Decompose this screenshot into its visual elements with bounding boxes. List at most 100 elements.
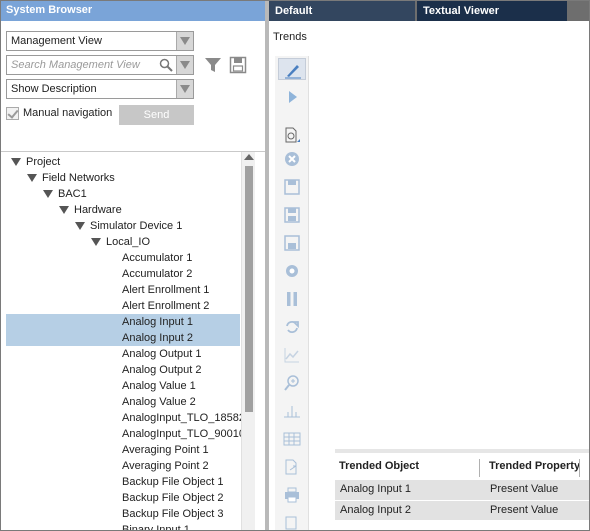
tree-item[interactable]: Simulator Device 1 bbox=[1, 218, 241, 234]
tree-item-label: Backup File Object 2 bbox=[122, 492, 224, 504]
view-select[interactable]: Management View bbox=[6, 31, 194, 51]
tree-item-label: Averaging Point 2 bbox=[122, 460, 209, 472]
column-separator[interactable] bbox=[579, 459, 580, 477]
trended-property-cell: Present Value bbox=[490, 483, 559, 495]
pause-icon[interactable] bbox=[278, 288, 306, 310]
tree-item-label: Analog Input 2 bbox=[122, 332, 193, 344]
tree-item[interactable]: Binary Input 1 bbox=[1, 522, 241, 530]
tree-item-label: AnalogInput_TLO_18582 bbox=[122, 412, 245, 424]
manual-navigation-checkbox[interactable] bbox=[6, 107, 19, 120]
tree-item[interactable]: Analog Value 1 bbox=[1, 378, 241, 394]
tree-item[interactable]: Backup File Object 1 bbox=[1, 474, 241, 490]
save-icon[interactable] bbox=[278, 176, 306, 198]
column-header-trended-property[interactable]: Trended Property bbox=[489, 460, 580, 472]
delete-icon[interactable] bbox=[278, 148, 306, 170]
tree-item-label: Field Networks bbox=[42, 172, 115, 184]
tree-item[interactable]: Hardware bbox=[1, 202, 241, 218]
tree-item[interactable]: Analog Output 2 bbox=[1, 362, 241, 378]
save-all-icon[interactable] bbox=[278, 232, 306, 254]
tree-item-label: Analog Value 1 bbox=[122, 380, 196, 392]
tree-item-label: BAC1 bbox=[58, 188, 87, 200]
column-header-trended-object[interactable]: Trended Object bbox=[339, 460, 419, 472]
tab-textual-viewer[interactable]: Textual Viewer bbox=[417, 1, 567, 21]
expand-triangle-icon[interactable] bbox=[59, 206, 69, 214]
refresh-icon[interactable] bbox=[278, 316, 306, 338]
column-separator[interactable] bbox=[479, 459, 480, 477]
chevron-down-icon[interactable] bbox=[176, 32, 193, 50]
tree-item[interactable]: Accumulator 2 bbox=[1, 266, 241, 282]
tree-item[interactable]: Averaging Point 1 bbox=[1, 442, 241, 458]
tree-item-label: AnalogInput_TLO_90010 bbox=[122, 428, 245, 440]
tree-item[interactable]: Accumulator 1 bbox=[1, 250, 241, 266]
tree-item-label: Backup File Object 1 bbox=[122, 476, 224, 488]
description-select[interactable]: Show Description bbox=[6, 79, 194, 99]
tree-item-label: Analog Value 2 bbox=[122, 396, 196, 408]
tree-item[interactable]: BAC1 bbox=[1, 186, 241, 202]
application-window: System Browser Management View Search Ma… bbox=[0, 0, 590, 531]
send-button[interactable]: Send bbox=[119, 105, 194, 125]
search-input[interactable]: Search Management View bbox=[6, 55, 194, 75]
tree-item[interactable]: Backup File Object 2 bbox=[1, 490, 241, 506]
tree-item[interactable]: Project bbox=[1, 154, 241, 170]
trended-objects-grid: Trended Object Trended Property Analog I… bbox=[335, 449, 589, 530]
tree-item[interactable]: Backup File Object 3 bbox=[1, 506, 241, 522]
tree-item[interactable]: Field Networks bbox=[1, 170, 241, 186]
settings-icon[interactable] bbox=[278, 260, 306, 282]
tree-item-label: Analog Output 2 bbox=[122, 364, 202, 376]
page-title: Trends bbox=[273, 31, 307, 43]
tab-default[interactable]: Default bbox=[269, 1, 415, 21]
export-icon[interactable] bbox=[278, 456, 306, 478]
tree-item[interactable]: Analog Input 1 bbox=[1, 314, 241, 330]
scrollbar-thumb[interactable] bbox=[245, 166, 253, 412]
tree-item-label: Backup File Object 3 bbox=[122, 508, 224, 520]
tree-item-label: Alert Enrollment 1 bbox=[122, 284, 210, 296]
range-icon[interactable] bbox=[278, 400, 306, 422]
tree-item[interactable]: AnalogInput_TLO_18582 bbox=[1, 410, 245, 426]
panel-title: System Browser bbox=[1, 1, 265, 21]
description-select-value: Show Description bbox=[11, 83, 97, 95]
tree-item[interactable]: Averaging Point 2 bbox=[1, 458, 241, 474]
manual-navigation-label: Manual navigation bbox=[23, 107, 113, 119]
expand-triangle-icon[interactable] bbox=[27, 174, 37, 182]
grid-top-border bbox=[335, 449, 589, 453]
tree-item[interactable]: Analog Output 1 bbox=[1, 346, 241, 362]
expand-triangle-icon[interactable] bbox=[11, 158, 21, 166]
pen-icon[interactable] bbox=[278, 58, 306, 80]
tree-item[interactable]: Alert Enrollment 1 bbox=[1, 282, 241, 298]
tree-view: Project Field Networks BAC1 Hardware Simulat… bbox=[1, 151, 265, 530]
tree-item[interactable]: Analog Value 2 bbox=[1, 394, 241, 410]
table-row[interactable]: Analog Input 1 Present Value bbox=[335, 480, 589, 500]
trended-property-cell: Present Value bbox=[490, 504, 559, 516]
new-trend-icon[interactable] bbox=[278, 124, 306, 146]
tree-item-label: Project bbox=[26, 156, 61, 168]
expand-triangle-icon[interactable] bbox=[43, 190, 53, 198]
trend-toolbar bbox=[275, 56, 309, 530]
save-as-icon[interactable] bbox=[278, 204, 306, 226]
copy-icon[interactable] bbox=[278, 512, 306, 530]
play-icon[interactable] bbox=[278, 86, 306, 108]
tree-item[interactable]: Local_IO bbox=[1, 234, 241, 250]
tree-item-label: Accumulator 1 bbox=[122, 252, 193, 264]
expand-triangle-icon[interactable] bbox=[91, 238, 101, 246]
chart-style-icon[interactable] bbox=[278, 344, 306, 366]
chevron-down-icon[interactable] bbox=[176, 56, 193, 74]
tree-item[interactable]: Alert Enrollment 2 bbox=[1, 298, 241, 314]
tree-item-label: Local_IO bbox=[106, 236, 151, 248]
trended-object-cell: Analog Input 1 bbox=[340, 483, 411, 495]
print-icon[interactable] bbox=[278, 484, 306, 506]
table-row[interactable]: Analog Input 2 Present Value bbox=[335, 500, 589, 520]
expand-triangle-icon[interactable] bbox=[75, 222, 85, 230]
filter-icon[interactable] bbox=[204, 56, 222, 74]
scroll-up-icon[interactable] bbox=[244, 154, 254, 160]
zoom-icon[interactable] bbox=[278, 372, 306, 394]
trended-object-cell: Analog Input 2 bbox=[340, 504, 411, 516]
table-icon[interactable] bbox=[278, 428, 306, 450]
chevron-down-icon[interactable] bbox=[176, 80, 193, 98]
tree-item-label: Accumulator 2 bbox=[122, 268, 193, 280]
tree-item[interactable]: AnalogInput_TLO_90010 bbox=[1, 426, 245, 442]
search-icon[interactable] bbox=[159, 58, 173, 72]
save-filter-icon[interactable] bbox=[229, 56, 247, 74]
tree-item[interactable]: Analog Input 2 bbox=[1, 330, 241, 346]
view-select-value: Management View bbox=[11, 35, 102, 47]
vertical-scrollbar[interactable] bbox=[241, 152, 255, 530]
